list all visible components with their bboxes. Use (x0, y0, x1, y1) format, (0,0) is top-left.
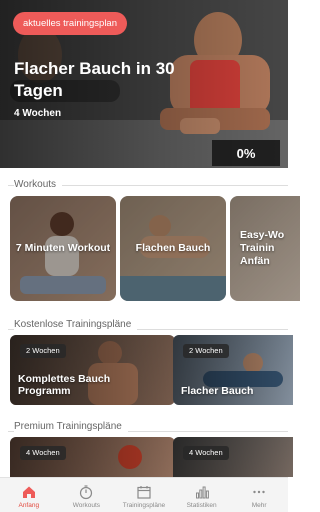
workout-card-label: Easy-Wo Trainin Anfän (240, 229, 285, 267)
workout-card-label: 7 Minuten Workout (15, 242, 111, 254)
nav-item-statistics[interactable]: Statistiken (173, 478, 231, 512)
home-icon (22, 486, 35, 498)
hero-progress: 0% (212, 140, 280, 166)
nav-item-workouts[interactable]: Workouts (58, 478, 116, 512)
nav-label: Workouts (72, 502, 101, 509)
bar-chart-icon (195, 486, 209, 499)
workout-card-7-minutes[interactable]: 7 Minuten Workout (10, 196, 116, 301)
current-plan-button[interactable]: aktuelles trainingsplan (13, 12, 128, 35)
current-plan-hero[interactable]: aktuelles trainingsplan Flacher Bauch in… (0, 0, 288, 168)
bottom-navigation: Anfang Workouts Trainingspläne Statistik… (0, 477, 288, 512)
nav-item-training-plans[interactable]: Trainingspläne (115, 478, 173, 512)
nav-item-home[interactable]: Anfang (0, 478, 58, 512)
workout-card-flat-belly[interactable]: Flachen Bauch (120, 196, 226, 301)
nav-label: Mehr (251, 502, 267, 509)
section-title-free-plans: Kostenlose Trainingspläne (14, 319, 138, 330)
plan-card-complete-belly[interactable]: 2 Wochen Komplettes Bauch Programm (10, 335, 175, 405)
nav-item-more[interactable]: Mehr (230, 478, 288, 512)
workout-card-easy-beginner[interactable]: Easy-Wo Trainin Anfän (230, 196, 300, 301)
plan-card-flat-belly[interactable]: 2 Wochen Flacher Bauch (173, 335, 293, 405)
hero-duration: 4 Wochen (14, 108, 62, 119)
duration-badge: 2 Wochen (183, 344, 229, 358)
plan-card-label: Flacher Bauch (181, 385, 254, 397)
nav-label: Statistiken (186, 502, 217, 509)
stopwatch-icon (80, 485, 93, 500)
plan-card-label: Komplettes Bauch Programm (18, 373, 111, 397)
duration-badge: 2 Wochen (20, 344, 66, 358)
more-dots-icon (253, 490, 265, 494)
section-title-premium-plans: Premium Trainingspläne (14, 421, 128, 432)
plan-card-premium-2[interactable]: 4 Wochen (173, 437, 293, 477)
hero-title: Flacher Bauch in 30 Tagen (14, 59, 175, 100)
duration-badge: 4 Wochen (183, 446, 229, 460)
nav-label: Trainingspläne (122, 502, 166, 509)
calendar-icon (137, 486, 151, 499)
duration-badge: 4 Wochen (20, 446, 66, 460)
plan-card-premium-1[interactable]: 4 Wochen (10, 437, 175, 477)
workout-card-label: Flachen Bauch (135, 242, 211, 254)
section-title-workouts: Workouts (14, 179, 63, 190)
nav-label: Anfang (18, 502, 40, 509)
